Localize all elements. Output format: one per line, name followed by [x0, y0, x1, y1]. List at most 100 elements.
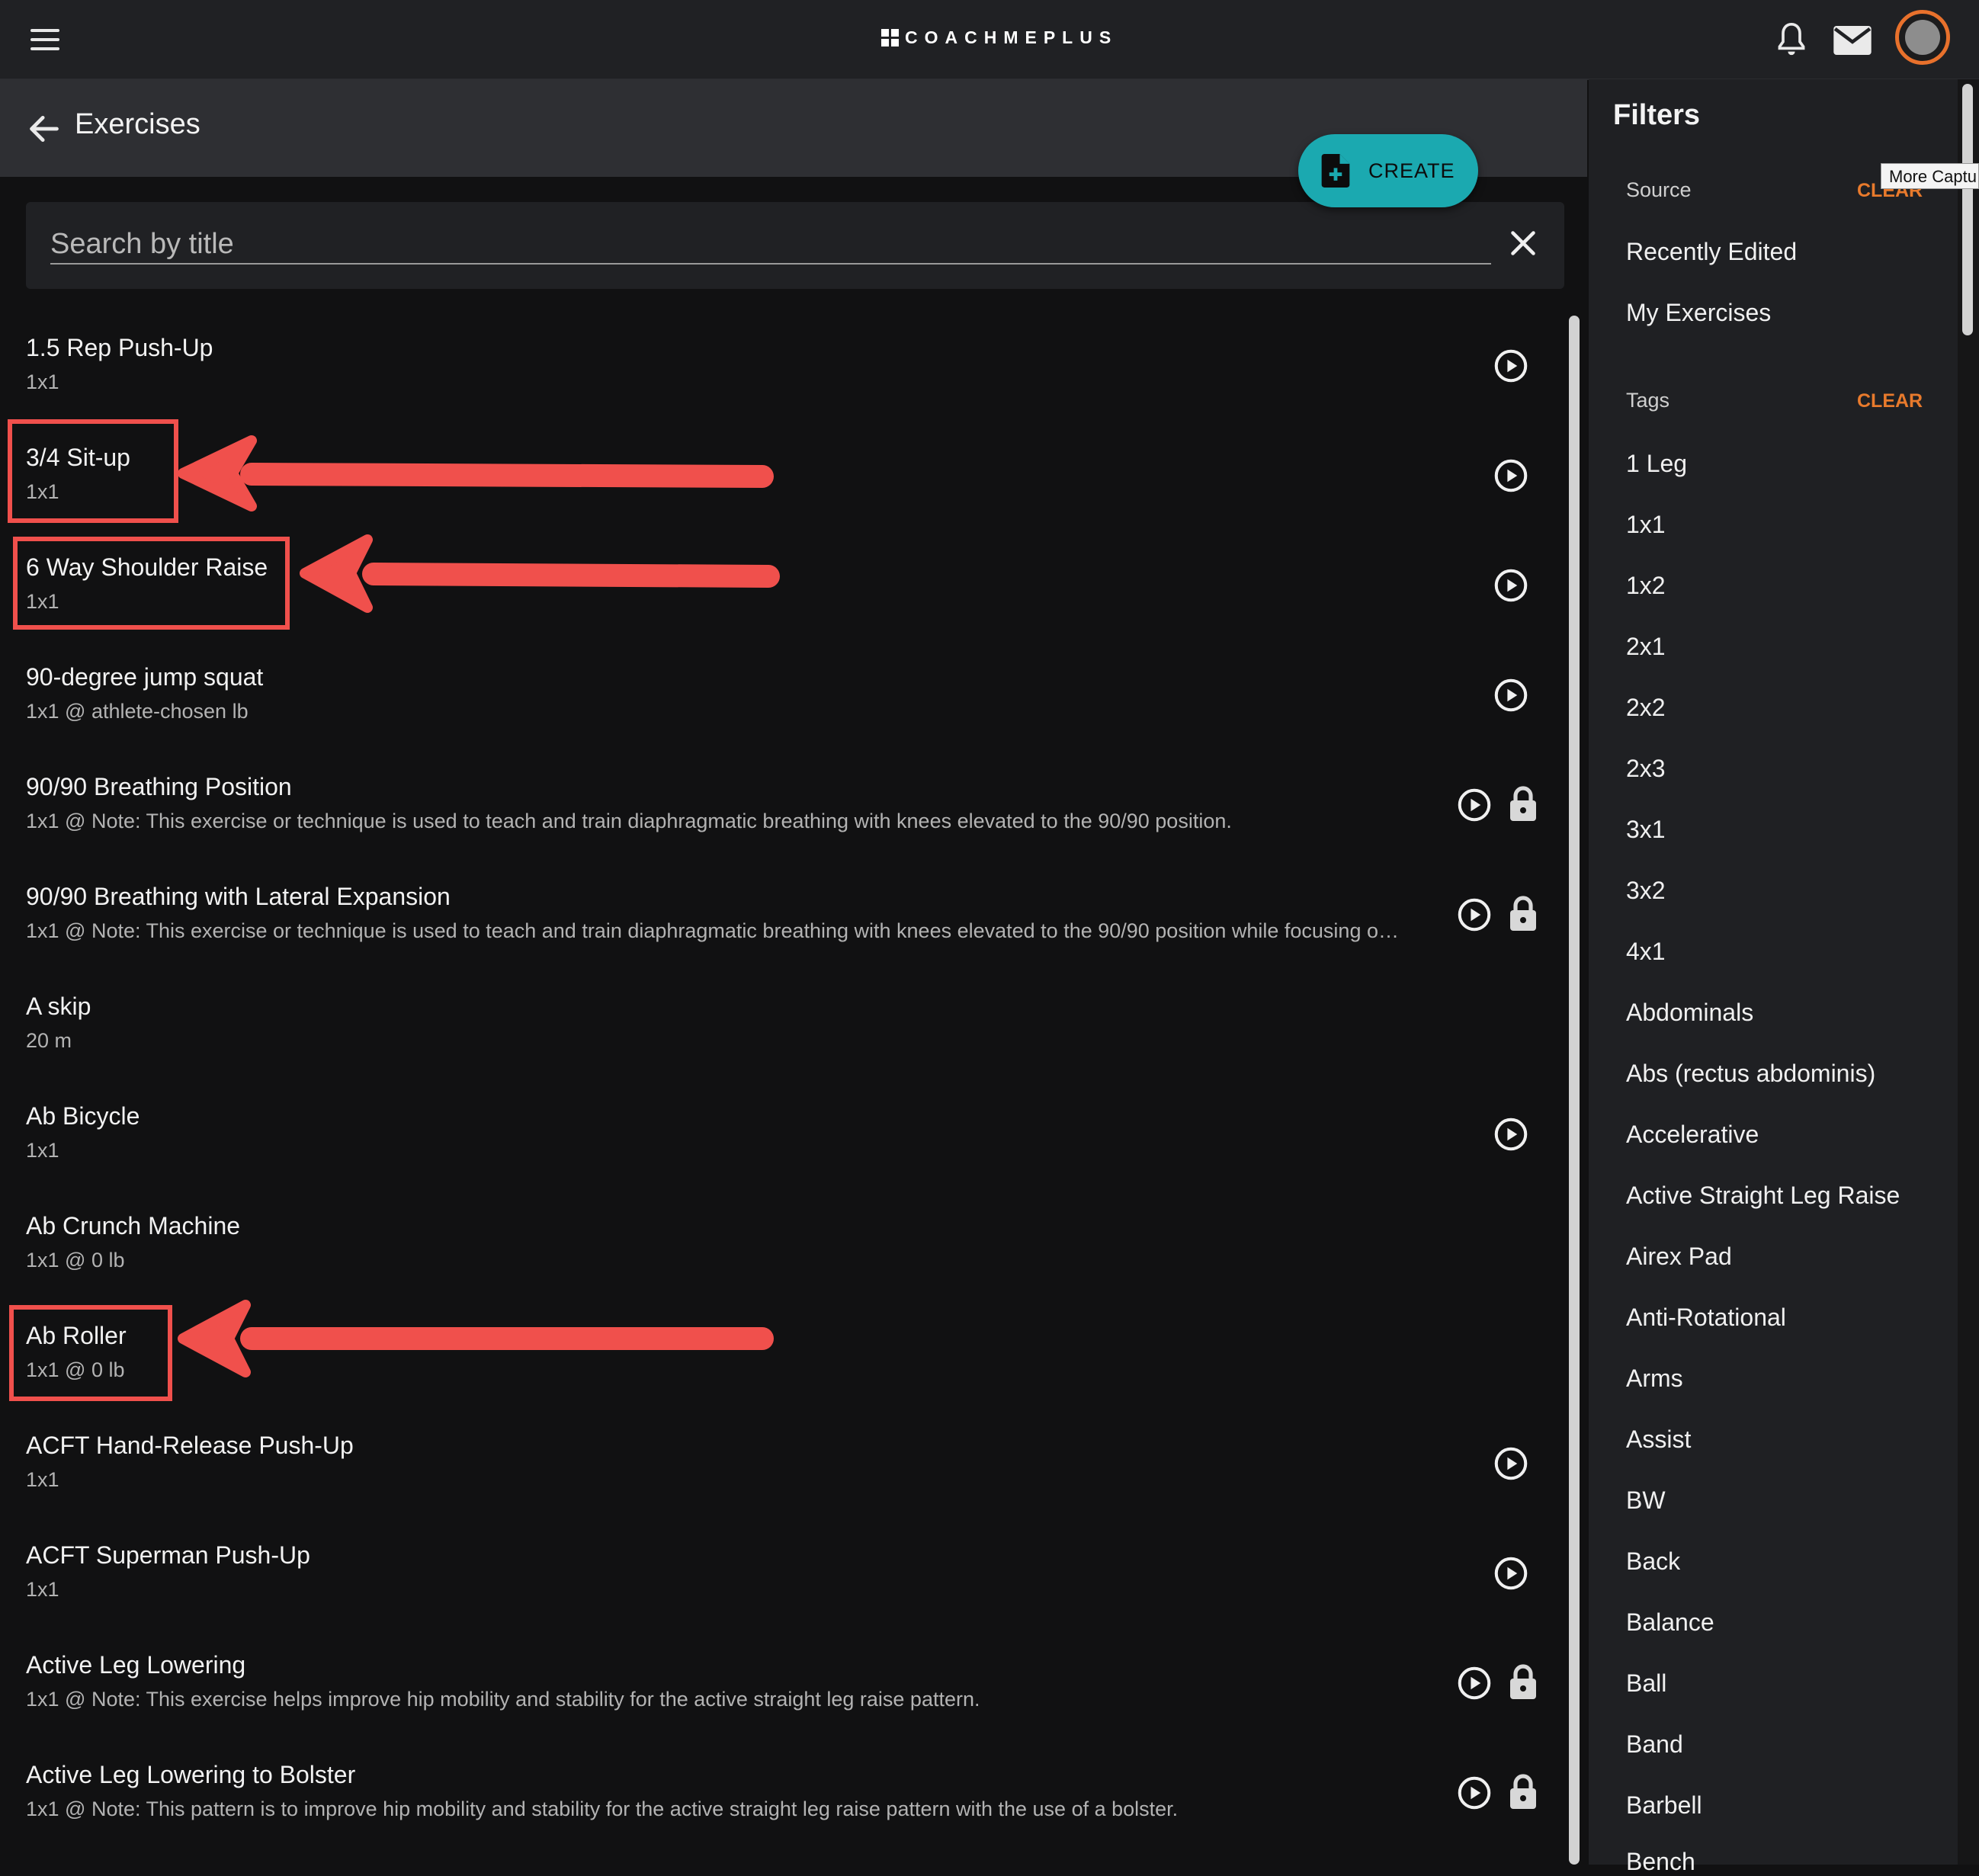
play-video-icon[interactable] [1494, 349, 1528, 383]
mail-icon[interactable] [1833, 26, 1872, 55]
play-video-icon[interactable] [1494, 1557, 1528, 1590]
add-document-icon [1321, 154, 1350, 188]
exercise-name: 1.5 Rep Push-Up [26, 334, 213, 361]
exercise-name: Ab Crunch Machine [26, 1212, 241, 1239]
filter-tag-item[interactable]: Assist [1626, 1425, 1691, 1454]
exercise-row[interactable]: 90-degree jump squat 1x1 @ athlete-chose… [0, 634, 1570, 741]
list-scrollbar[interactable] [1569, 316, 1580, 1865]
exercise-row[interactable]: Active Leg Lowering to Bolster 1x1 @ Not… [0, 1732, 1570, 1839]
filters-scrollbar-track[interactable] [1958, 79, 1979, 1865]
annotation-highlight-box [9, 1305, 172, 1401]
exercise-row[interactable]: 3/4 Sit-up 1x1 [0, 415, 1570, 521]
exercise-detail: 1x1 @ Note: This pattern is to improve h… [26, 1797, 1179, 1820]
exercise-detail: 1x1 [26, 370, 59, 393]
filter-tag-item[interactable]: Ball [1626, 1669, 1666, 1698]
filter-tag-item[interactable]: Active Straight Leg Raise [1626, 1182, 1900, 1210]
exercise-name: 90/90 Breathing with Lateral Expansion [26, 883, 451, 910]
create-button[interactable]: CREATE [1298, 134, 1478, 207]
exercise-name: 90-degree jump squat [26, 663, 264, 691]
filter-tag-item[interactable]: Accelerative [1626, 1121, 1759, 1149]
exercise-name: Active Leg Lowering to Bolster [26, 1761, 356, 1788]
play-video-icon[interactable] [1458, 1776, 1491, 1810]
filter-tag-item[interactable]: 3x1 [1626, 816, 1666, 844]
filter-tag-item[interactable]: Band [1626, 1730, 1683, 1759]
annotation-highlight-box [8, 419, 178, 523]
filter-tag-item[interactable]: Balance [1626, 1608, 1714, 1637]
exercise-detail: 1x1 @ 0 lb [26, 1249, 125, 1272]
filter-tag-item[interactable]: BW [1626, 1486, 1666, 1515]
play-video-icon[interactable] [1458, 788, 1491, 822]
exercise-row[interactable]: Active Leg Lowering 1x1 @ Note: This exe… [0, 1622, 1570, 1729]
notifications-bell-icon[interactable] [1775, 21, 1808, 58]
play-video-icon[interactable] [1494, 459, 1528, 492]
exercise-name: A skip [26, 993, 91, 1020]
exercise-name: Active Leg Lowering [26, 1651, 246, 1679]
exercise-row[interactable]: Ab Roller 1x1 @ 0 lb [0, 1293, 1570, 1400]
exercise-row[interactable]: 90/90 Breathing with Lateral Expansion 1… [0, 854, 1570, 960]
exercise-name: 90/90 Breathing Position [26, 773, 292, 800]
exercise-row[interactable]: 1.5 Rep Push-Up 1x1 [0, 305, 1570, 412]
exercise-row[interactable]: ACFT Hand-Release Push-Up 1x1 [0, 1403, 1570, 1509]
filters-panel [1589, 79, 1958, 1865]
menu-icon[interactable] [30, 29, 59, 50]
exercise-row[interactable]: Ab Bicycle 1x1 [0, 1073, 1570, 1180]
search-input[interactable] [50, 225, 1491, 265]
exercise-name: Ab Bicycle [26, 1102, 140, 1130]
filter-tag-item[interactable]: Barbell [1626, 1791, 1702, 1820]
exercise-row[interactable]: Ab Crunch Machine 1x1 @ 0 lb [0, 1183, 1570, 1290]
filter-tag-item[interactable]: Abdominals [1626, 999, 1753, 1027]
app-logo[interactable]: COACHMEPLUS [881, 27, 1118, 48]
play-video-icon[interactable] [1494, 1447, 1528, 1480]
exercise-detail: 20 m [26, 1029, 72, 1052]
filter-tag-item[interactable]: 2x1 [1626, 633, 1666, 661]
user-avatar[interactable] [1895, 10, 1950, 65]
filter-tag-item[interactable]: 1x1 [1626, 511, 1666, 539]
exercise-detail: 1x1 [26, 1578, 59, 1601]
play-video-icon[interactable] [1458, 898, 1491, 932]
back-arrow-icon[interactable] [27, 112, 61, 146]
tags-clear-button[interactable]: CLEAR [1857, 390, 1923, 412]
exercise-name: ACFT Superman Push-Up [26, 1541, 310, 1569]
lock-icon [1510, 786, 1536, 821]
filter-tag-item[interactable]: Arms [1626, 1365, 1683, 1393]
play-video-icon[interactable] [1458, 1666, 1491, 1700]
lock-icon [1510, 1664, 1536, 1699]
logo-mark-icon [881, 29, 899, 46]
exercise-detail: 1x1 [26, 1139, 59, 1162]
filters-scrollbar-thumb[interactable] [1962, 84, 1973, 335]
create-button-label: CREATE [1368, 159, 1455, 182]
filter-tag-item[interactable]: 3x2 [1626, 877, 1666, 905]
logo-text: COACHMEPLUS [905, 27, 1118, 47]
filter-source-item[interactable]: Recently Edited [1626, 238, 1797, 266]
source-section-label: Source [1626, 178, 1692, 201]
play-video-icon[interactable] [1494, 678, 1528, 712]
top-app-bar: COACHMEPLUS [0, 0, 1979, 80]
filter-tag-item[interactable]: 2x3 [1626, 755, 1666, 783]
filter-tag-item[interactable]: Abs (rectus abdominis) [1626, 1060, 1875, 1088]
filter-tag-item[interactable]: 1 Leg [1626, 450, 1687, 478]
filter-tag-item[interactable]: Bench [1626, 1848, 1695, 1876]
filter-tag-item[interactable]: Anti-Rotational [1626, 1304, 1786, 1332]
lock-icon [1510, 896, 1536, 931]
search-card [26, 202, 1564, 289]
filters-title: Filters [1613, 99, 1701, 131]
annotation-highlight-box [13, 537, 290, 630]
filter-tag-item[interactable]: 2x2 [1626, 694, 1666, 722]
exercise-detail: 1x1 @ Note: This exercise helps improve … [26, 1688, 980, 1711]
filter-source-item[interactable]: My Exercises [1626, 299, 1771, 327]
play-video-icon[interactable] [1494, 569, 1528, 602]
page-title: Exercises [75, 108, 200, 140]
exercise-detail: 1x1 @ Note: This exercise or technique i… [26, 919, 1399, 942]
filter-tag-item[interactable]: Airex Pad [1626, 1243, 1732, 1271]
filter-tag-item[interactable]: 1x2 [1626, 572, 1666, 600]
exercise-row[interactable]: 90/90 Breathing Position 1x1 @ Note: Thi… [0, 744, 1570, 851]
lock-icon [1510, 1774, 1536, 1809]
exercise-detail: 1x1 @ Note: This exercise or technique i… [26, 810, 1232, 832]
filter-tag-item[interactable]: 4x1 [1626, 938, 1666, 966]
exercise-row[interactable]: A skip 20 m [0, 964, 1570, 1070]
exercise-row[interactable]: ACFT Superman Push-Up 1x1 [0, 1512, 1570, 1619]
filter-tag-item[interactable]: Back [1626, 1547, 1680, 1576]
tooltip: More Captu [1881, 163, 1979, 189]
play-video-icon[interactable] [1494, 1118, 1528, 1151]
close-icon[interactable] [1509, 229, 1537, 257]
